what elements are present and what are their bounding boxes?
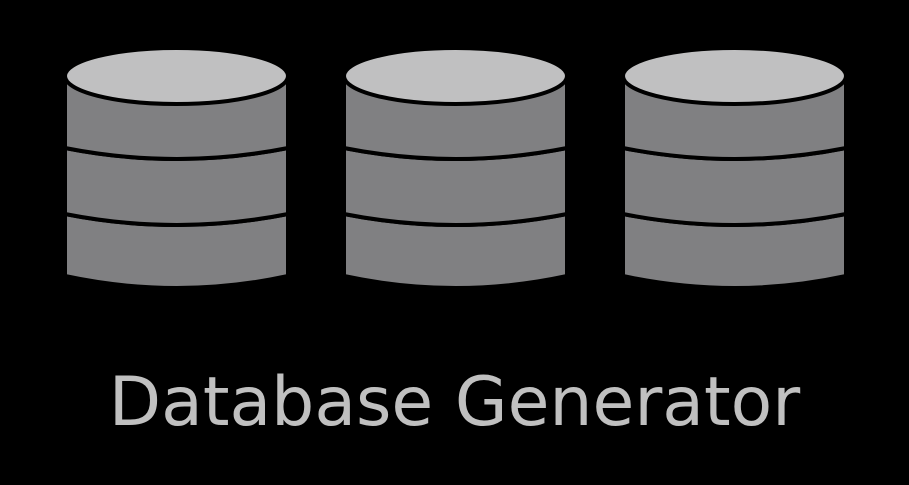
logo-canvas: Database Generator	[0, 0, 909, 485]
database-top-ellipse	[621, 46, 848, 106]
database-top-ellipse	[342, 46, 569, 106]
database-icon	[621, 46, 848, 290]
database-icon	[63, 46, 290, 290]
logo-title: Database Generator	[108, 363, 801, 442]
database-icon	[342, 46, 569, 290]
database-top-ellipse	[63, 46, 290, 106]
